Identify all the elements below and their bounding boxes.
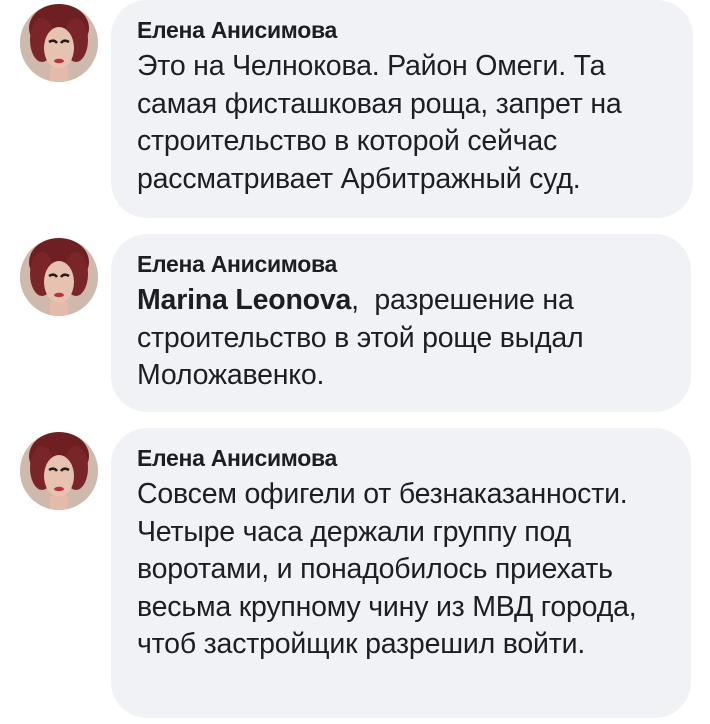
comment-bubble: Елена Анисимова Это на Челнокова. Район … — [111, 0, 693, 218]
comment-text: Marina Leonova, разрешение на строительс… — [137, 282, 667, 395]
comment-text: Это на Челнокова. Район Омеги. Та самая … — [137, 48, 669, 198]
avatar[interactable] — [20, 432, 98, 510]
comment-bubble: Елена Анисимова Marina Leonova, разрешен… — [111, 234, 691, 412]
comment-author[interactable]: Елена Анисимова — [137, 16, 669, 44]
mention-link[interactable]: Marina Leonova — [137, 284, 351, 316]
avatar[interactable] — [20, 238, 98, 316]
avatar-photo-icon — [20, 432, 98, 510]
comment-author[interactable]: Елена Анисимова — [137, 250, 667, 278]
comment-bubble: Елена Анисимова Совсем офигели от безнак… — [111, 428, 691, 718]
avatar-photo-icon — [20, 4, 98, 82]
comment-body: Совсем офигели от безнаказанности. Четыр… — [137, 478, 637, 660]
comment-author[interactable]: Елена Анисимова — [137, 444, 667, 472]
avatar[interactable] — [20, 4, 98, 82]
comment-body: Это на Челнокова. Район Омеги. Та самая … — [137, 50, 622, 195]
avatar-photo-icon — [20, 238, 98, 316]
comment-text: Совсем офигели от безнаказанности. Четыр… — [137, 476, 667, 664]
